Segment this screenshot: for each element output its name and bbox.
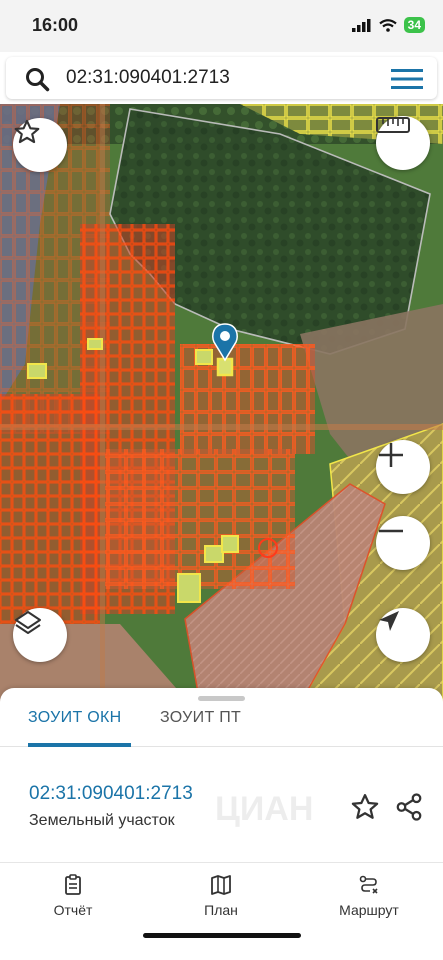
nav-route[interactable]: Маршрут — [314, 874, 424, 918]
search-bar[interactable]: 02:31:090401:2713 — [6, 57, 437, 99]
search-input[interactable]: 02:31:090401:2713 — [66, 67, 230, 89]
zoom-in-icon — [379, 443, 403, 467]
parcel-info-sheet: ЗОУИТ ОКН ЗОУИТ ПТ ЦИАН 02:31:090401:271… — [0, 688, 443, 960]
nav-route-label: Маршрут — [339, 902, 399, 918]
search-icon[interactable] — [24, 66, 50, 92]
parcel-type: Земельный участок — [29, 812, 175, 829]
sheet-divider — [0, 862, 443, 863]
active-tab-indicator — [28, 743, 131, 747]
wifi-icon — [378, 18, 397, 32]
navigation-button[interactable] — [376, 608, 430, 662]
layers-icon — [15, 611, 41, 634]
sheet-drag-handle[interactable] — [198, 696, 245, 701]
nav-plan-label: План — [204, 902, 238, 918]
battery-indicator: 34 — [403, 17, 425, 33]
tab-zouit-pt[interactable]: ЗОУИТ ПТ — [160, 709, 241, 727]
route-icon — [359, 875, 378, 894]
map-view[interactable] — [0, 104, 443, 704]
zoom-out-icon — [379, 529, 403, 533]
ruler-button[interactable] — [376, 116, 430, 170]
favorite-map-button[interactable] — [13, 118, 67, 172]
map-icon — [211, 875, 231, 895]
nav-plan[interactable]: План — [166, 874, 276, 918]
layers-button[interactable] — [13, 608, 67, 662]
home-indicator — [143, 933, 301, 938]
status-indicators: 34 — [351, 17, 425, 33]
zoom-out-button[interactable] — [376, 516, 430, 570]
nav-report-label: Отчёт — [53, 902, 93, 918]
star-icon[interactable] — [350, 792, 380, 822]
navigation-icon — [379, 611, 399, 631]
watermark: ЦИАН — [215, 790, 314, 828]
tab-zouit-okn[interactable]: ЗОУИТ ОКН — [28, 709, 121, 727]
star-icon — [14, 119, 40, 144]
menu-icon[interactable] — [391, 68, 423, 90]
status-time: 16:00 — [32, 15, 79, 35]
report-icon — [65, 874, 81, 895]
share-icon[interactable] — [394, 792, 424, 822]
status-bar: 16:00 34 — [0, 0, 443, 52]
nav-report[interactable]: Отчёт — [18, 874, 128, 918]
zoom-in-button[interactable] — [376, 440, 430, 494]
parcel-number-link[interactable]: 02:31:090401:2713 — [29, 783, 193, 805]
ruler-icon — [376, 117, 410, 133]
signal-icon — [351, 18, 371, 32]
